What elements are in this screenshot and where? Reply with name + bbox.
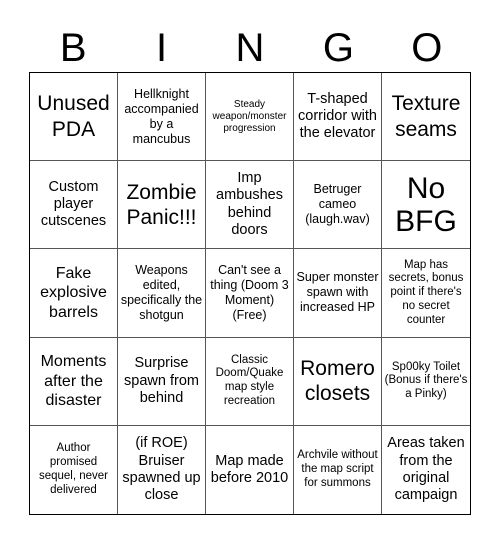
bingo-cell[interactable]: Surprise spawn from behind <box>118 337 206 426</box>
bingo-cell-free[interactable]: Can't see a thing (Doom 3 Moment) (Free) <box>206 249 294 338</box>
bingo-cell[interactable]: Classic Doom/Quake map style recreation <box>206 337 294 426</box>
bingo-cell[interactable]: Super monster spawn with increased HP <box>294 249 382 338</box>
bingo-cell[interactable]: Imp ambushes behind doors <box>206 161 294 250</box>
bingo-cell[interactable]: Unused PDA <box>30 73 118 162</box>
bingo-cell[interactable]: Weapons edited, specifically the shotgun <box>118 249 206 338</box>
header-letter-n: N <box>235 26 265 70</box>
bingo-cell[interactable]: Custom player cutscenes <box>30 161 118 250</box>
header-letter-g: G <box>322 26 354 70</box>
bingo-grid: Unused PDA Hellknight accompanied by a m… <box>29 72 471 515</box>
bingo-cell[interactable]: Moments after the disaster <box>30 337 118 426</box>
header-letter-i: I <box>156 26 168 70</box>
bingo-cell[interactable]: Areas taken from the original campaign <box>382 426 470 514</box>
header-letter-b: B <box>59 26 87 70</box>
bingo-cell[interactable]: Texture seams <box>382 73 470 162</box>
bingo-cell[interactable]: Steady weapon/monster progression <box>206 73 294 162</box>
bingo-cell[interactable]: (if ROE) Bruiser spawned up close <box>118 425 206 514</box>
bingo-cell[interactable]: T-shaped corridor with the elevator <box>294 73 382 162</box>
bingo-cell[interactable]: Archvile without the map script for summ… <box>294 425 382 514</box>
header-letter-o: O <box>411 26 443 70</box>
bingo-cell[interactable]: Betruger cameo (laugh.wav) <box>294 161 382 250</box>
bingo-cell[interactable]: Sp00ky Toilet (Bonus if there's a Pinky) <box>382 338 470 426</box>
bingo-cell[interactable]: Romero closets <box>294 337 382 426</box>
bingo-cell[interactable]: Zombie Panic!!! <box>118 161 206 250</box>
bingo-cell[interactable]: No BFG <box>382 161 470 250</box>
bingo-cell[interactable]: Map made before 2010 <box>206 425 294 514</box>
bingo-cell[interactable]: Fake explosive barrels <box>30 249 118 338</box>
bingo-header: B I N G O <box>29 26 471 70</box>
bingo-cell[interactable]: Author promised sequel, never delivered <box>30 425 118 514</box>
bingo-cell[interactable]: Hellknight accompanied by a mancubus <box>118 73 206 162</box>
bingo-cell[interactable]: Map has secrets, bonus point if there's … <box>382 249 470 338</box>
